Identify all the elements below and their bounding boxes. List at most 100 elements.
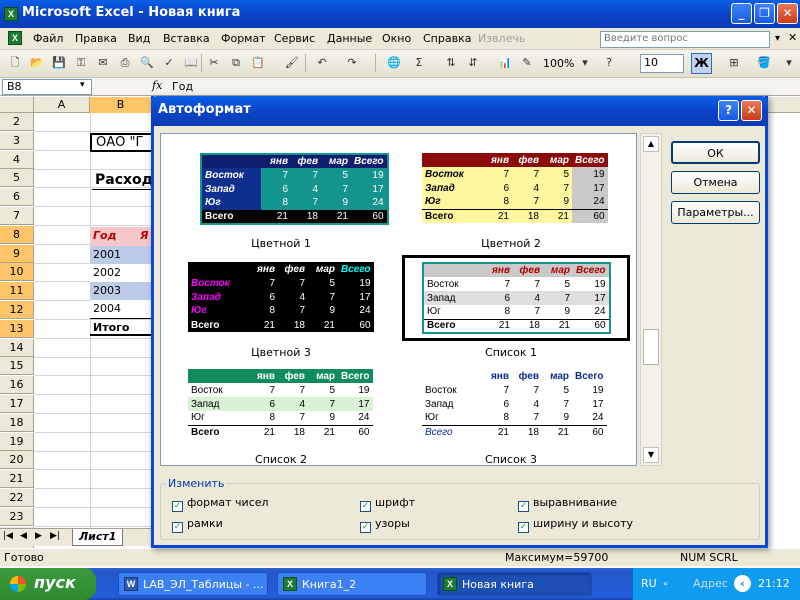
row-header-22[interactable]: 22 [0, 489, 34, 507]
chevron-left-icon[interactable]: « [663, 579, 668, 588]
chevron-down-icon[interactable]: ▾ [775, 33, 780, 44]
font-size-select[interactable]: 10 [640, 54, 684, 73]
format-sample-3[interactable]: янв фев мар Всего Восток 7 7 5 19 Запад 6 4 7 17 Юг 8 7 9… [188, 262, 374, 332]
research-icon[interactable]: 📖 [182, 54, 200, 72]
format-caption-3[interactable]: Цветной 3 [171, 346, 391, 359]
chevron-down-icon[interactable]: ▾ [780, 54, 798, 72]
hyperlink-icon[interactable]: 🌐 [385, 54, 403, 72]
permission-icon[interactable]: ⚿ [72, 54, 90, 72]
excel-app-icon[interactable]: X [4, 7, 18, 21]
close-workbook-icon[interactable]: ✕ [788, 31, 797, 44]
chevron-down-icon[interactable]: ▾ [576, 54, 594, 72]
format-sample-5[interactable]: янв фев мар Всего Восток 7 7 5 19 Запад 6 4 7 17 Юг 8 7 9… [188, 369, 373, 439]
row-header-2[interactable]: 2 [0, 113, 34, 131]
close-window-button[interactable]: ✕ [777, 3, 798, 24]
row-header-20[interactable]: 20 [0, 451, 34, 470]
bold-button[interactable]: Ж [691, 53, 712, 74]
option-borders[interactable]: ✓ рамки [172, 517, 223, 533]
first-sheet-icon[interactable]: |◀ [3, 531, 13, 541]
taskbar-item-book1[interactable]: X Книга1_2 [277, 572, 427, 596]
dialog-close-button[interactable]: ✕ [741, 100, 762, 121]
next-sheet-icon[interactable]: ▶ [35, 531, 42, 541]
cancel-button[interactable]: Отмена [671, 171, 760, 194]
scroll-up-icon[interactable]: ▲ [643, 136, 659, 152]
option-alignment[interactable]: ✓ выравнивание [518, 496, 617, 512]
row-header-13[interactable]: 13 [0, 319, 34, 338]
format-caption-6[interactable]: Список 3 [401, 453, 621, 466]
row-header-7[interactable]: 7 [0, 207, 34, 225]
formula-content[interactable]: Год [172, 80, 193, 93]
drawing-icon[interactable]: ✎ [518, 54, 536, 72]
sheet-tab-list1[interactable]: Лист1 [72, 529, 124, 546]
prev-sheet-icon[interactable]: ◀ [20, 531, 27, 541]
row-header-23[interactable]: 23 [0, 507, 34, 526]
menu-extract[interactable]: Извлечь [478, 32, 525, 45]
row-header-5[interactable]: 5 [0, 169, 34, 188]
format-caption-2[interactable]: Цветной 2 [401, 237, 621, 250]
start-button[interactable]: пуск [0, 568, 96, 600]
undo-icon[interactable]: ↶ [313, 54, 331, 72]
menu-insert[interactable]: Вставка [163, 32, 210, 45]
function-icon[interactable]: fx [152, 79, 162, 92]
cut-icon[interactable]: ✂ [205, 54, 223, 72]
options-button[interactable]: Параметры... [671, 201, 760, 224]
dialog-help-button[interactable]: ? [718, 100, 739, 121]
menu-file[interactable]: Файл [33, 32, 63, 45]
menu-view[interactable]: Вид [128, 32, 150, 45]
cell-b11[interactable]: 2003 [90, 282, 152, 300]
format-caption-1[interactable]: Цветной 1 [171, 237, 391, 250]
cell-b9[interactable]: 2001 [90, 246, 152, 264]
scroll-down-icon[interactable]: ▼ [643, 447, 659, 463]
checkbox-checked-icon[interactable]: ✓ [518, 522, 529, 533]
column-header-a[interactable]: A [34, 97, 90, 113]
language-indicator[interactable]: RU [641, 577, 657, 590]
scroll-thumb[interactable] [643, 329, 659, 365]
redo-icon[interactable]: ↷ [343, 54, 361, 72]
row-header-8[interactable]: 8 [0, 225, 34, 244]
menu-edit[interactable]: Правка [75, 32, 117, 45]
print-preview-icon[interactable]: 🔍 [138, 54, 156, 72]
expand-tray-icon[interactable]: ‹ [734, 575, 751, 592]
format-painter-icon[interactable]: 🖌 [283, 54, 301, 72]
email-icon[interactable]: ✉ [94, 54, 112, 72]
format-sample-2[interactable]: янв фев мар Всего Восток 7 7 5 19 Запад 6 4 7 17 Юг 8 7 9… [422, 153, 608, 223]
checkbox-checked-icon[interactable]: ✓ [360, 522, 371, 533]
ok-button[interactable]: ОК [671, 141, 760, 164]
menu-help[interactable]: Справка [423, 32, 471, 45]
option-patterns[interactable]: ✓ узоры [360, 517, 410, 533]
spelling-icon[interactable]: ✓ [160, 54, 178, 72]
cell-b10[interactable]: 2002 [90, 264, 152, 282]
name-box[interactable]: B8 [2, 79, 92, 95]
row-header-16[interactable]: 16 [0, 376, 34, 395]
format-sample-6[interactable]: янв фев мар Всего Восток 7 7 5 19 Запад 6 4 7 17 Юг 8 7 9… [422, 369, 607, 439]
format-caption-4[interactable]: Список 1 [401, 346, 621, 359]
checkbox-checked-icon[interactable]: ✓ [518, 501, 529, 512]
taskbar-item-new-book[interactable]: X Новая книга [437, 572, 592, 596]
cell-b5[interactable]: Расход [92, 171, 153, 190]
format-sample-1[interactable]: янв фев мар Всего Восток 7 7 5 19 Запад 6 4 7 17 Юг 8 7 9… [200, 153, 389, 225]
column-header-b[interactable]: B [90, 97, 152, 113]
maximize-button[interactable]: ❐ [754, 3, 775, 24]
select-all-corner[interactable] [0, 97, 34, 113]
minimize-button[interactable]: _ [731, 3, 752, 24]
row-header-10[interactable]: 10 [0, 263, 34, 282]
menu-data[interactable]: Данные [327, 32, 372, 45]
menu-format[interactable]: Формат [221, 32, 266, 45]
row-header-18[interactable]: 18 [0, 413, 34, 432]
row-header-21[interactable]: 21 [0, 470, 34, 489]
last-sheet-icon[interactable]: ▶| [50, 531, 60, 541]
help-question-input[interactable]: Введите вопрос [600, 31, 770, 48]
checkbox-checked-icon[interactable]: ✓ [360, 501, 371, 512]
option-font[interactable]: ✓ шрифт [360, 496, 415, 512]
new-document-icon[interactable]: 🗋 [6, 54, 24, 72]
menu-window[interactable]: Окно [382, 32, 411, 45]
autosum-icon[interactable]: Σ [410, 54, 428, 72]
cell-b3[interactable]: ОАО "Г [90, 133, 152, 152]
workbook-icon[interactable]: X [8, 31, 22, 45]
row-header-11[interactable]: 11 [0, 282, 34, 301]
cell-b13[interactable]: Итого [90, 318, 152, 336]
row-header-19[interactable]: 19 [0, 432, 34, 451]
row-header-3[interactable]: 3 [0, 131, 34, 150]
row-header-15[interactable]: 15 [0, 357, 34, 376]
checkbox-checked-icon[interactable]: ✓ [172, 501, 183, 512]
